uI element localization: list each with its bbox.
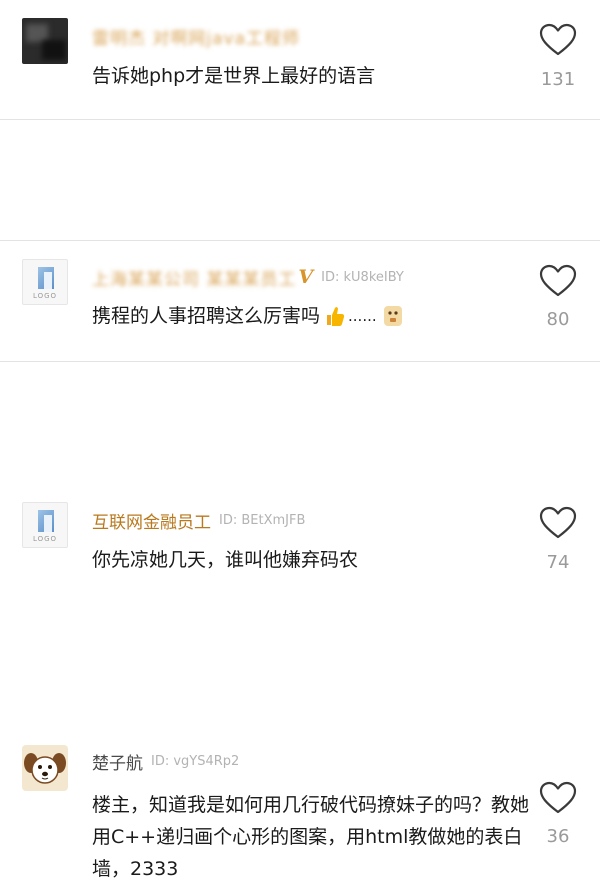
comment-item: 楚子航 ID: vgYS4Rp2 楼主，知道我是如何用几行破代码撩妹子的吗？教她… (0, 361, 600, 880)
avatar[interactable] (22, 18, 68, 64)
dog-avatar-icon (24, 753, 66, 784)
username[interactable]: 雷明杰 对啊网java工程师 (92, 24, 300, 49)
comment-item: LOGO 上海某某公司 某某某员工 V ID: kU8keIBY 携程的人事招聘… (0, 119, 600, 330)
comment-header: 雷明杰 对啊网java工程师 (92, 24, 300, 49)
comment-item: 雷明杰 对啊网java工程师 告诉她php才是世界上最好的语言 131 (0, 0, 600, 120)
comment-text: 告诉她php才是世界上最好的语言 (92, 65, 376, 87)
comment-text: 楼主，知道我是如何用几行破代码撩妹子的吗？教她用C++递归画个心形的图案，用ht… (92, 794, 530, 880)
like-count: 36 (546, 826, 570, 847)
like-count: 74 (546, 552, 570, 573)
comment-header: 楚子航 ID: vgYS4Rp2 (92, 749, 240, 774)
user-id: ID: vgYS4Rp2 (151, 753, 240, 769)
heart-outline-icon[interactable] (539, 781, 577, 815)
comment-text: 你先凉她几天，谁叫他嫌弃码农 (92, 549, 359, 571)
avatar[interactable] (22, 745, 68, 791)
like-count: 131 (540, 69, 576, 90)
heart-outline-icon[interactable] (539, 23, 577, 57)
username[interactable]: 楚子航 (92, 749, 143, 774)
comment-item: LOGO 互联网金融员工 ID: BEtXmJFB 你先凉她几天，谁叫他嫌弃码农… (0, 240, 600, 573)
